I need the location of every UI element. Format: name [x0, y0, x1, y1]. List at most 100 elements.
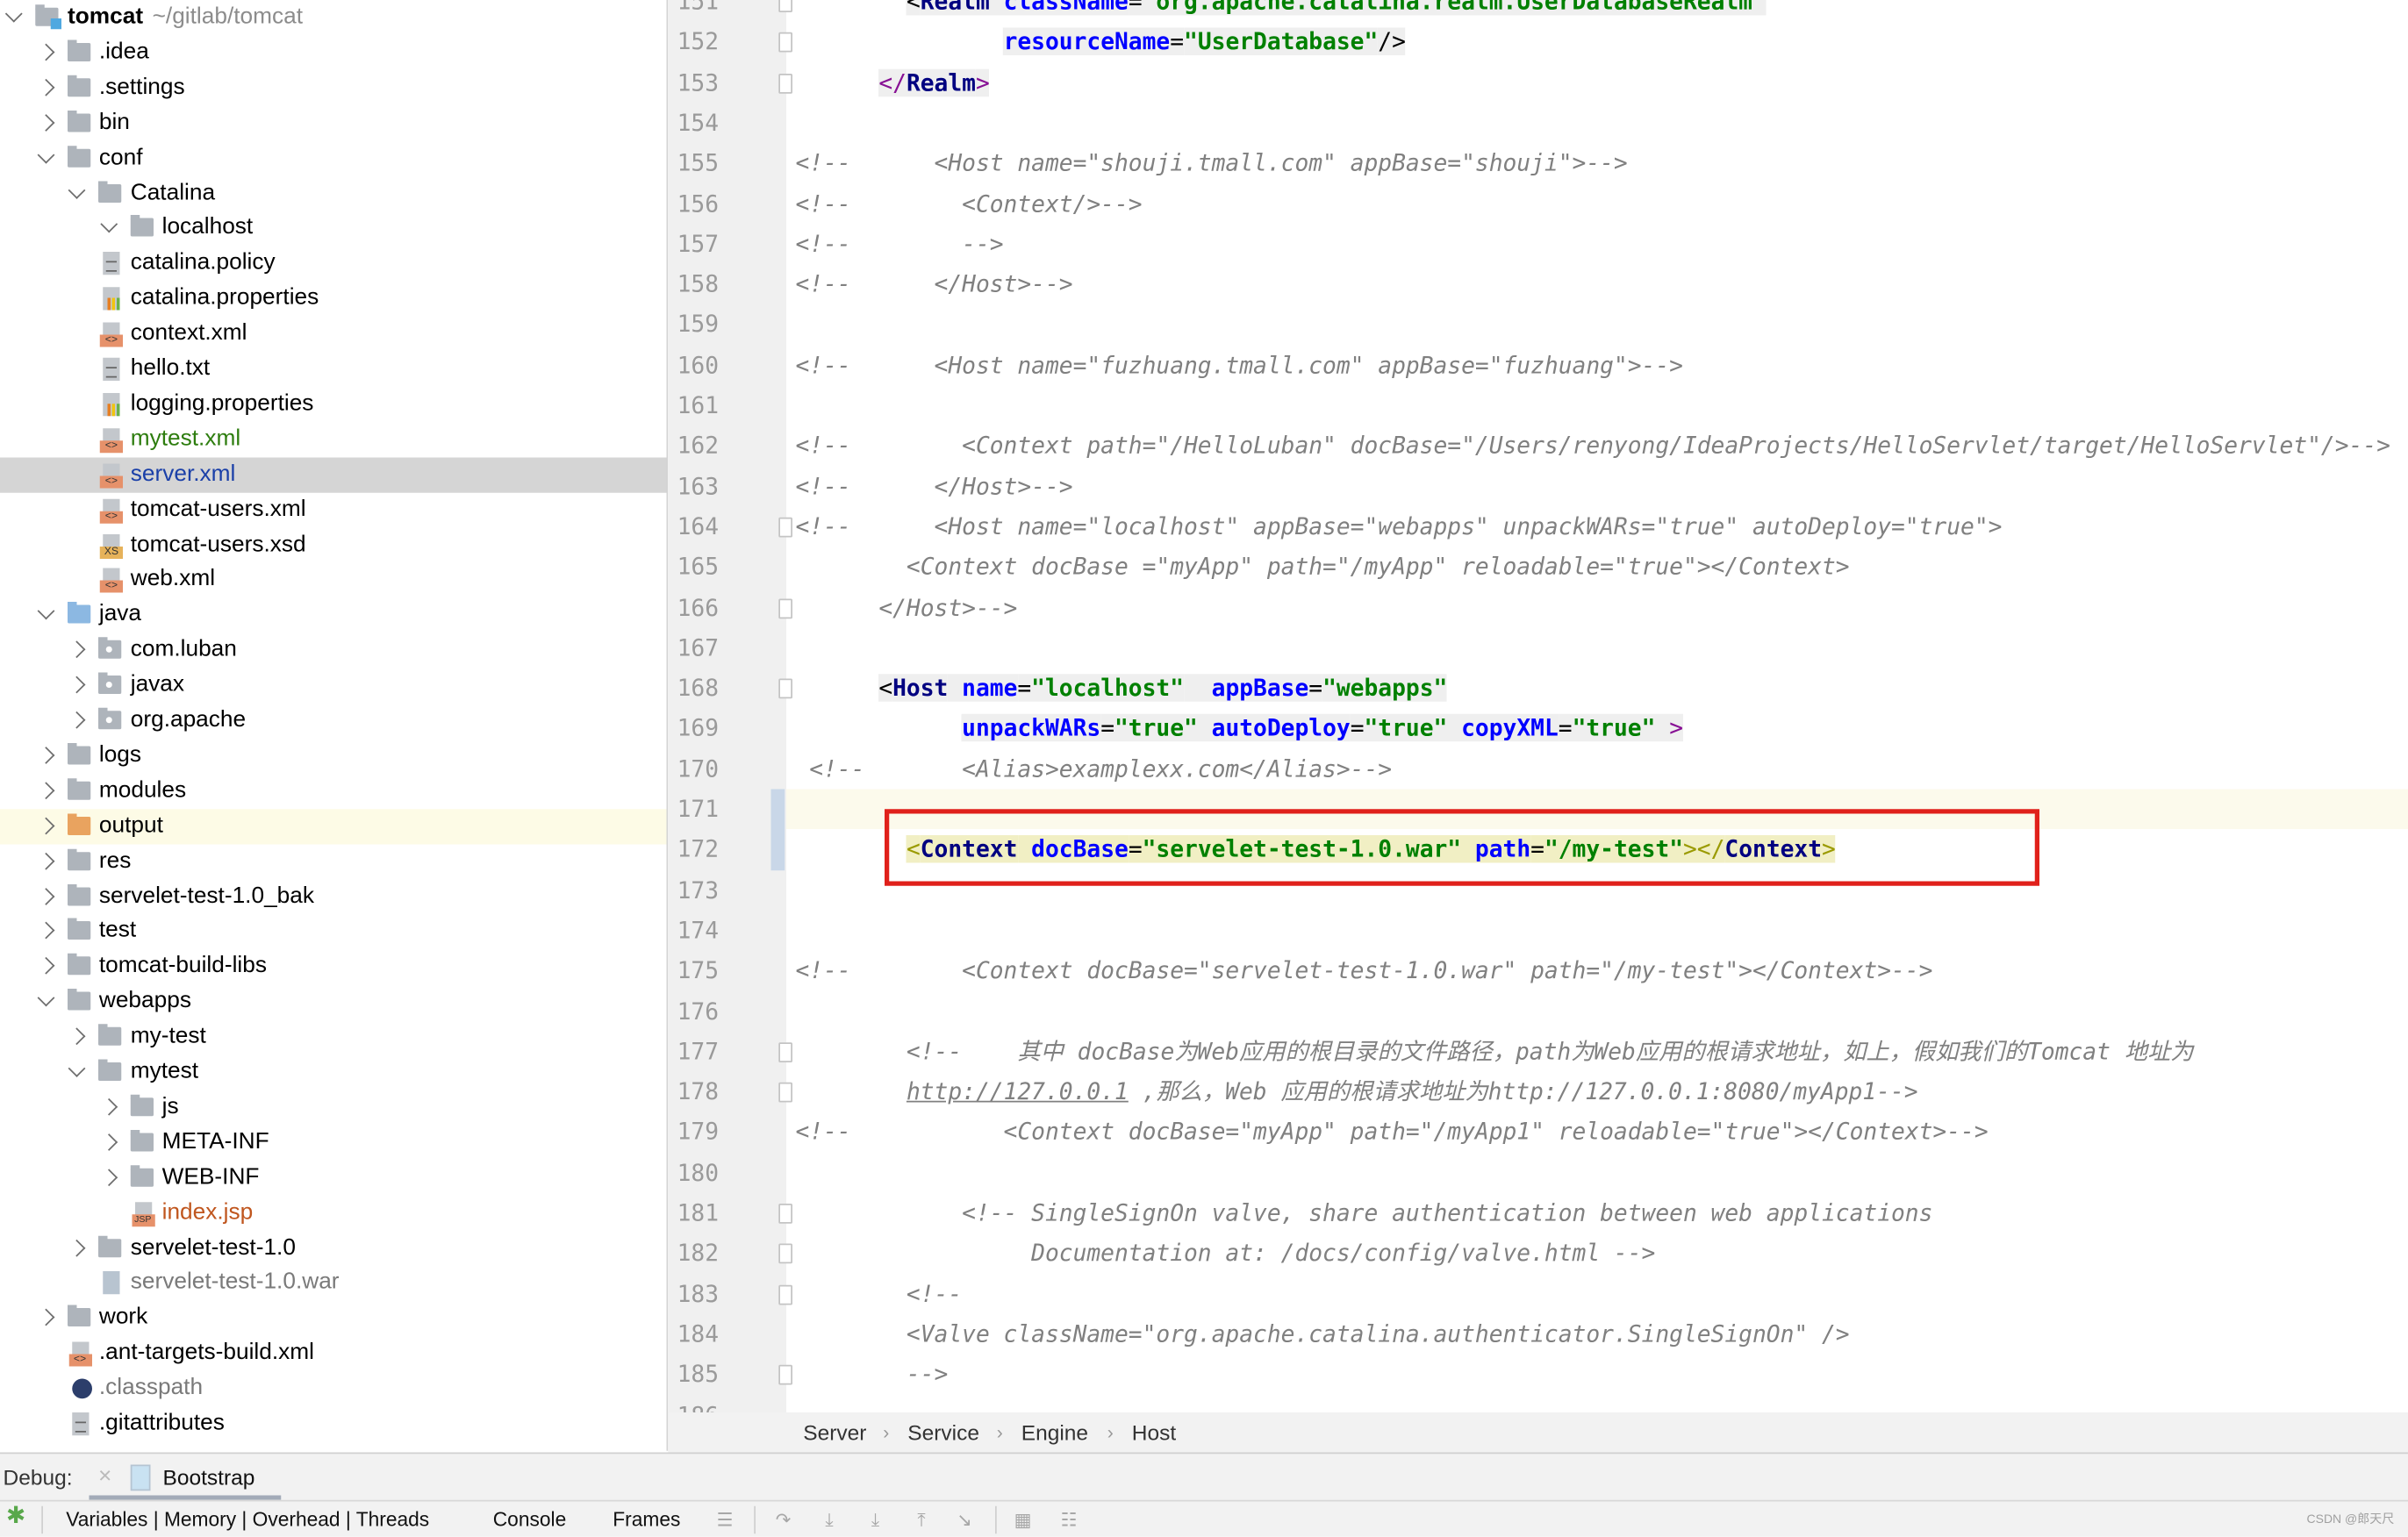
tree-item[interactable]: my-test [0, 1019, 667, 1054]
fold-marker-icon[interactable] [778, 678, 792, 699]
code-line[interactable]: 165 <Context docBase ="myApp" path="/myA… [668, 547, 2408, 587]
code-line[interactable]: 182 Documentation at: /docs/config/valve… [668, 1233, 2408, 1274]
code-line[interactable]: 180 [668, 1153, 2408, 1193]
tree-item[interactable]: .ant-targets-build.xml [0, 1336, 667, 1371]
fold-marker-icon[interactable] [778, 32, 792, 54]
session-tab-bootstrap[interactable]: Bootstrap [89, 1454, 282, 1500]
tree-item[interactable]: bin [0, 105, 667, 140]
fold-marker-icon[interactable] [778, 73, 792, 94]
chevron-right-icon[interactable] [36, 43, 54, 61]
fold-marker-icon[interactable] [778, 1244, 792, 1264]
code-editor[interactable]: 151 <Realm className="org.apache.catalin… [668, 0, 2408, 1412]
code-line[interactable]: 183 <!-- [668, 1274, 2408, 1314]
tree-item[interactable]: .settings [0, 70, 667, 105]
step-into-icon[interactable]: ⤓ [821, 1511, 839, 1529]
code-line[interactable]: 175 <!-- <Context docBase="servelet-test-… [668, 951, 2408, 991]
tree-item[interactable]: logging.properties [0, 387, 667, 422]
chevron-down-icon[interactable] [99, 216, 118, 234]
tree-item[interactable]: servelet-test-1.0_bak [0, 879, 667, 914]
code-line[interactable]: 186 [668, 1395, 2408, 1412]
tree-item[interactable]: webapps [0, 984, 667, 1019]
code-line[interactable]: 163 <!-- </Host>--> [668, 466, 2408, 506]
code-line[interactable]: 174 [668, 911, 2408, 951]
chevron-right-icon[interactable] [36, 922, 54, 940]
chevron-right-icon[interactable] [36, 78, 54, 97]
fold-marker-icon[interactable] [778, 1041, 792, 1062]
code-line[interactable]: 156 <!-- <Context/>--> [668, 183, 2408, 224]
chevron-right-icon[interactable] [36, 887, 54, 905]
chevron-right-icon[interactable] [36, 781, 54, 799]
tree-item[interactable]: org.apache [0, 704, 667, 739]
code-line[interactable]: 158 <!-- </Host>--> [668, 264, 2408, 304]
chevron-down-icon[interactable] [36, 146, 54, 163]
code-line[interactable]: 185 --> [668, 1355, 2408, 1395]
tree-item[interactable]: modules [0, 774, 667, 809]
tree-item[interactable]: mytest.xml [0, 422, 667, 457]
tree-item[interactable]: server.xml [0, 456, 667, 493]
code-line[interactable]: 161 [668, 385, 2408, 425]
code-line[interactable]: 159 [668, 304, 2408, 345]
code-line[interactable]: 169 unpackWARs="true" autoDeploy="true" … [668, 708, 2408, 748]
tree-item[interactable]: catalina.properties [0, 282, 667, 317]
bug-icon[interactable]: ✱ [6, 1505, 25, 1527]
step-over-icon[interactable]: ↷ [774, 1511, 792, 1529]
tree-item[interactable]: test [0, 914, 667, 949]
fold-marker-icon[interactable] [778, 0, 792, 12]
tree-item[interactable]: META-INF [0, 1125, 667, 1160]
code-line[interactable]: 179 <!-- <Context docBase="myApp" path="/… [668, 1112, 2408, 1153]
chevron-right-icon[interactable] [36, 746, 54, 764]
tree-item[interactable]: localhost [0, 211, 667, 246]
tree-item[interactable]: .idea [0, 35, 667, 70]
force-step-into-icon[interactable]: ⤓ [866, 1511, 885, 1529]
tree-item[interactable]: tomcat-users.xsd [0, 527, 667, 562]
tree-item[interactable]: res [0, 844, 667, 879]
tree-item[interactable]: mytest [0, 1054, 667, 1090]
code-line[interactable]: 157 <!-- --> [668, 224, 2408, 264]
tree-item[interactable]: WEB-INF [0, 1160, 667, 1195]
tree-item[interactable]: hello.txt [0, 352, 667, 387]
tree-item[interactable]: index.jsp [0, 1196, 667, 1231]
code-line[interactable]: 181 <!-- SingleSignOn valve, share authe… [668, 1193, 2408, 1233]
chevron-right-icon[interactable] [36, 852, 54, 869]
chevron-down-icon[interactable] [68, 1060, 86, 1077]
tree-item[interactable]: output [0, 808, 667, 844]
step-out-icon[interactable]: ⤒ [913, 1511, 931, 1529]
breadcrumb-item[interactable]: Service [907, 1412, 979, 1453]
tab-frames[interactable]: Frames [613, 1502, 680, 1537]
tree-item[interactable]: .classpath [0, 1371, 667, 1406]
fold-marker-icon[interactable] [778, 517, 792, 538]
tree-item[interactable]: tomcat ~/gitlab/tomcat [0, 0, 667, 35]
fold-marker-icon[interactable] [778, 597, 792, 618]
chevron-right-icon[interactable] [36, 1309, 54, 1326]
fold-marker-icon[interactable] [778, 1284, 792, 1305]
chevron-down-icon[interactable] [4, 4, 23, 23]
chevron-right-icon[interactable] [99, 1133, 118, 1151]
tree-item[interactable]: context.xml [0, 317, 667, 352]
tree-item[interactable]: tomcat-users.xml [0, 492, 667, 527]
code-line[interactable]: 160 <!-- <Host name="fuzhuang.tmall.com" … [668, 345, 2408, 385]
tree-item[interactable]: Catalina [0, 175, 667, 211]
code-line[interactable]: 176 [668, 991, 2408, 1032]
evaluate-expression-icon[interactable]: ▦ [1014, 1511, 1032, 1529]
fold-marker-icon[interactable] [778, 1082, 792, 1103]
chevron-right-icon[interactable] [68, 1238, 86, 1256]
tree-item[interactable]: conf [0, 140, 667, 175]
code-line[interactable]: 170 <!-- <Alias>examplexx.com</Alias>--> [668, 748, 2408, 789]
code-line[interactable]: 178 http://127.0.0.1 ,那么，Web 应用的根请求地址为ht… [668, 1072, 2408, 1112]
code-line[interactable]: 168 <Host name="localhost" appBase="weba… [668, 668, 2408, 708]
change-marker[interactable] [770, 829, 785, 870]
tree-item[interactable]: servelet-test-1.0 [0, 1231, 667, 1266]
code-line[interactable]: 166 </Host>--> [668, 587, 2408, 627]
code-line[interactable]: 154 [668, 103, 2408, 143]
tree-item[interactable]: web.xml [0, 562, 667, 597]
code-line[interactable]: 162 <!-- <Context path="/HelloLuban" docB… [668, 425, 2408, 466]
change-marker[interactable] [770, 789, 785, 830]
chevron-down-icon[interactable] [36, 603, 54, 620]
chevron-right-icon[interactable] [36, 957, 54, 976]
chevron-right-icon[interactable] [99, 1097, 118, 1116]
project-tree[interactable]: tomcat ~/gitlab/tomcat .idea .settings bin co… [0, 0, 669, 1451]
breadcrumb-item[interactable]: Engine [1021, 1412, 1088, 1453]
code-line[interactable]: 152 resourceName="UserDatabase"/> [668, 22, 2408, 62]
chevron-right-icon[interactable] [68, 640, 86, 659]
chevron-down-icon[interactable] [36, 989, 54, 1007]
